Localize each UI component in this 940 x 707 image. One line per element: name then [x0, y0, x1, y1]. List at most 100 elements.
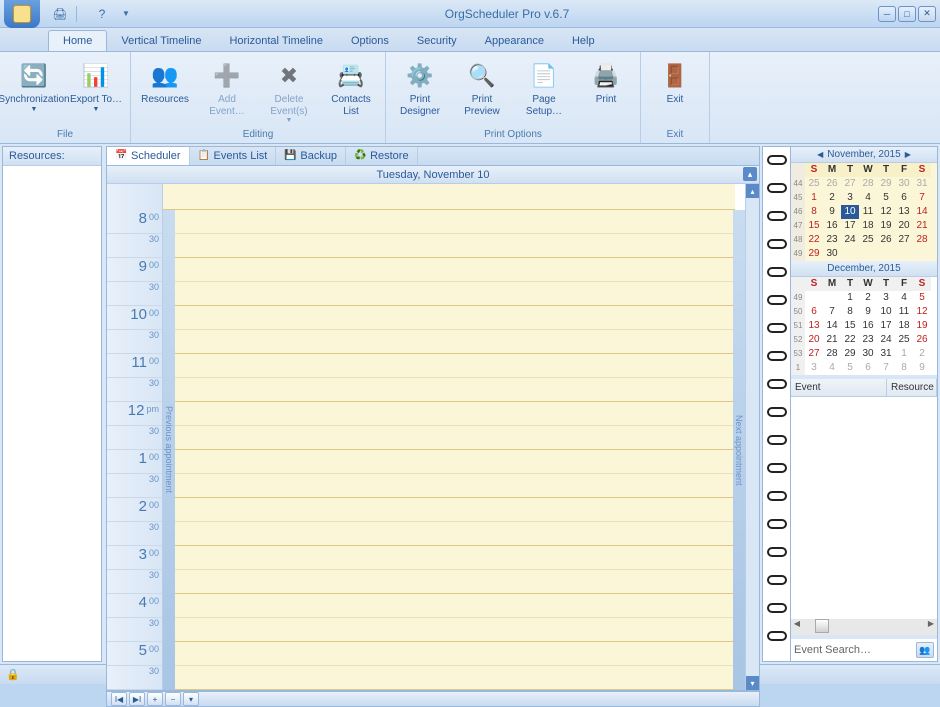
- calendar-day[interactable]: 31: [913, 177, 931, 191]
- calendar-day[interactable]: 22: [841, 333, 859, 347]
- calendar-day[interactable]: 26: [913, 333, 931, 347]
- page-setup-button[interactable]: 📄Page Setup…: [514, 58, 574, 119]
- calendar-day[interactable]: 30: [823, 247, 841, 261]
- doc-tab-restore[interactable]: ♻️Restore: [346, 147, 418, 165]
- calendar-day[interactable]: 12: [877, 205, 895, 219]
- maximize-button[interactable]: □: [898, 6, 916, 22]
- calendar-day[interactable]: 17: [877, 319, 895, 333]
- doc-tab-events-list[interactable]: 📋Events List: [190, 147, 277, 165]
- app-menu-button[interactable]: [4, 0, 40, 28]
- print-designer-button[interactable]: ⚙️Print Designer: [390, 58, 450, 119]
- calendar-day[interactable]: [895, 247, 913, 261]
- calendar-day[interactable]: 18: [895, 319, 913, 333]
- calendar-day[interactable]: 9: [823, 205, 841, 219]
- calendar-day[interactable]: 16: [859, 319, 877, 333]
- prev-month-button[interactable]: ◀: [817, 150, 823, 159]
- calendar-day[interactable]: 19: [913, 319, 931, 333]
- qat-dropdown-icon[interactable]: ▼: [116, 4, 136, 24]
- calendar-day[interactable]: 19: [877, 219, 895, 233]
- calendar-day[interactable]: [823, 291, 841, 305]
- more-button[interactable]: ▾: [183, 692, 199, 706]
- tab-horizontal-timeline[interactable]: Horizontal Timeline: [215, 31, 337, 51]
- calendar-day[interactable]: 28: [823, 347, 841, 361]
- tab-options[interactable]: Options: [337, 31, 403, 51]
- print-preview-button[interactable]: 🔍Print Preview: [452, 58, 512, 119]
- event-scrollbar[interactable]: ◀ ▶: [791, 619, 937, 635]
- exit-button[interactable]: 🚪Exit: [645, 58, 705, 108]
- calendar-day[interactable]: 30: [895, 177, 913, 191]
- calendar-day[interactable]: 14: [913, 205, 931, 219]
- calendar-day[interactable]: 20: [895, 219, 913, 233]
- tab-vertical-timeline[interactable]: Vertical Timeline: [107, 31, 215, 51]
- calendar-day[interactable]: 3: [841, 191, 859, 205]
- calendar-day[interactable]: 12: [913, 305, 931, 319]
- scroll-thumb[interactable]: [815, 619, 829, 633]
- calendar-day[interactable]: 3: [877, 291, 895, 305]
- print-button[interactable]: 🖨️Print: [576, 58, 636, 108]
- calendar-day[interactable]: [913, 247, 931, 261]
- calendar-day[interactable]: 2: [823, 191, 841, 205]
- calendar-day[interactable]: 21: [823, 333, 841, 347]
- calendar-day[interactable]: 27: [805, 347, 823, 361]
- calendar-day[interactable]: [877, 247, 895, 261]
- calendar-day[interactable]: 22: [805, 233, 823, 247]
- calendar-day[interactable]: 20: [805, 333, 823, 347]
- calendar-day[interactable]: 7: [913, 191, 931, 205]
- calendar-day[interactable]: 15: [841, 319, 859, 333]
- calendar-day[interactable]: 8: [895, 361, 913, 375]
- calendar-day[interactable]: 28: [913, 233, 931, 247]
- calendar-day[interactable]: 1: [805, 191, 823, 205]
- calendar-day[interactable]: 8: [805, 205, 823, 219]
- calendar-day[interactable]: 13: [895, 205, 913, 219]
- calendar-day[interactable]: 24: [877, 333, 895, 347]
- calendar-day[interactable]: 8: [841, 305, 859, 319]
- calendar-day[interactable]: 25: [859, 233, 877, 247]
- calendar-day[interactable]: 23: [859, 333, 877, 347]
- minimize-button[interactable]: ─: [878, 6, 896, 22]
- calendar-day[interactable]: 29: [841, 347, 859, 361]
- calendar-day[interactable]: 15: [805, 219, 823, 233]
- calendar-day[interactable]: 18: [859, 219, 877, 233]
- first-button[interactable]: I◀: [111, 692, 127, 706]
- calendar-day[interactable]: 2: [913, 347, 931, 361]
- calendar-day[interactable]: 5: [841, 361, 859, 375]
- calendar-day[interactable]: 11: [895, 305, 913, 319]
- search-button[interactable]: 👥: [916, 642, 934, 658]
- next-month-button[interactable]: ▶: [905, 150, 911, 159]
- calendar-day[interactable]: 4: [859, 191, 877, 205]
- close-button[interactable]: ✕: [918, 6, 936, 22]
- help-icon[interactable]: ?: [92, 4, 112, 24]
- tab-home[interactable]: Home: [48, 30, 107, 51]
- calendar-day[interactable]: [841, 247, 859, 261]
- doc-tab-backup[interactable]: 💾Backup: [276, 147, 346, 165]
- calendar-day[interactable]: 9: [859, 305, 877, 319]
- calendar-day[interactable]: 2: [859, 291, 877, 305]
- calendar-day[interactable]: 4: [823, 361, 841, 375]
- calendar-day[interactable]: 14: [823, 319, 841, 333]
- contacts-list-button[interactable]: 📇Contacts List: [321, 58, 381, 119]
- calendar-day[interactable]: 29: [877, 177, 895, 191]
- calendar-day[interactable]: 6: [859, 361, 877, 375]
- calendar-day[interactable]: 1: [895, 347, 913, 361]
- calendar-day[interactable]: 23: [823, 233, 841, 247]
- calendar-day[interactable]: 10: [877, 305, 895, 319]
- calendar-day[interactable]: [805, 291, 823, 305]
- calendar-day[interactable]: 24: [841, 233, 859, 247]
- add-button[interactable]: +: [147, 692, 163, 706]
- tab-security[interactable]: Security: [403, 31, 471, 51]
- calendar-day[interactable]: 7: [823, 305, 841, 319]
- calendar-day[interactable]: 30: [859, 347, 877, 361]
- calendar-day[interactable]: 27: [841, 177, 859, 191]
- calendar-day[interactable]: 5: [877, 191, 895, 205]
- event-search-box[interactable]: Event Search… 👥: [791, 635, 937, 661]
- calendar-day[interactable]: 26: [823, 177, 841, 191]
- scroll-down-button[interactable]: ▾: [746, 676, 759, 690]
- calendar-day[interactable]: 4: [895, 291, 913, 305]
- event-col-header[interactable]: Event: [791, 379, 887, 396]
- event-list-body[interactable]: [791, 397, 937, 619]
- calendar-day[interactable]: 9: [913, 361, 931, 375]
- calendar-day[interactable]: 11: [859, 205, 877, 219]
- scroll-up-button[interactable]: ▴: [746, 184, 759, 198]
- calendar-day[interactable]: 25: [805, 177, 823, 191]
- calendar-day[interactable]: 6: [805, 305, 823, 319]
